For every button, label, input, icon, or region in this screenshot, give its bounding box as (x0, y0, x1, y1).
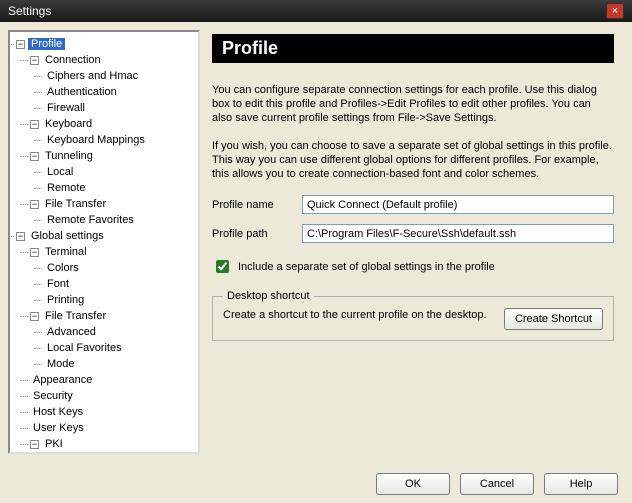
tree-printing[interactable]: Printing (44, 292, 196, 308)
profile-name-input[interactable] (302, 195, 614, 214)
tree-certs[interactable]: Certificates (44, 452, 196, 454)
tree-firewall[interactable]: Firewall (44, 100, 196, 116)
tree-security[interactable]: Security (30, 388, 196, 404)
intro-paragraph-2: If you wish, you can choose to save a se… (212, 139, 614, 181)
tree-filetransfer[interactable]: −File Transfer Remote Favorites (30, 196, 196, 228)
tree-keymap[interactable]: Keyboard Mappings (44, 132, 196, 148)
profile-path-label: Profile path (212, 228, 302, 240)
tree-local[interactable]: Local (44, 164, 196, 180)
ok-button[interactable]: OK (376, 473, 450, 495)
tree-terminal[interactable]: −Terminal Colors Font Printing (30, 244, 196, 308)
tree-auth[interactable]: Authentication (44, 84, 196, 100)
desktop-shortcut-group: Desktop shortcut Create a shortcut to th… (212, 290, 614, 341)
tree-localfav[interactable]: Local Favorites (44, 340, 196, 356)
include-globals-label: Include a separate set of global setting… (238, 261, 495, 273)
tree-pki[interactable]: −PKI Certificates (30, 436, 196, 454)
create-shortcut-button[interactable]: Create Shortcut (504, 308, 603, 330)
desktop-shortcut-text: Create a shortcut to the current profile… (223, 308, 494, 322)
tree-filetransfer2[interactable]: −File Transfer Advanced Local Favorites … (30, 308, 196, 372)
collapse-icon[interactable]: − (30, 56, 39, 65)
cancel-button[interactable]: Cancel (460, 473, 534, 495)
tree-panel[interactable]: −Profile −Connection Ciphers and Hmac Au… (8, 30, 200, 454)
tree-profile[interactable]: −Profile −Connection Ciphers and Hmac Au… (16, 36, 196, 228)
collapse-icon[interactable]: − (30, 152, 39, 161)
profile-name-label: Profile name (212, 199, 302, 211)
collapse-icon[interactable]: − (30, 200, 39, 209)
title-bar: Settings × (0, 0, 632, 22)
collapse-icon[interactable]: − (30, 440, 39, 449)
collapse-icon[interactable]: − (16, 232, 25, 241)
tree-keyboard[interactable]: −Keyboard Keyboard Mappings (30, 116, 196, 148)
tree-global[interactable]: −Global settings −Terminal Colors Font P… (16, 228, 196, 454)
close-icon[interactable]: × (606, 3, 624, 19)
collapse-icon[interactable]: − (30, 248, 39, 257)
collapse-icon[interactable]: − (30, 312, 39, 321)
collapse-icon[interactable]: − (16, 40, 25, 49)
include-globals-checkbox[interactable] (216, 260, 229, 273)
profile-path-input[interactable] (302, 224, 614, 243)
help-button[interactable]: Help (544, 473, 618, 495)
content-panel: Profile You can configure separate conne… (208, 30, 624, 454)
tree-advanced[interactable]: Advanced (44, 324, 196, 340)
tree-tunneling[interactable]: −Tunneling Local Remote (30, 148, 196, 196)
tree-font[interactable]: Font (44, 276, 196, 292)
tree-colors[interactable]: Colors (44, 260, 196, 276)
tree-hostkeys[interactable]: Host Keys (30, 404, 196, 420)
intro-paragraph-1: You can configure separate connection se… (212, 83, 614, 125)
tree-mode[interactable]: Mode (44, 356, 196, 372)
desktop-shortcut-legend: Desktop shortcut (223, 290, 314, 302)
tree-connection[interactable]: −Connection Ciphers and Hmac Authenticat… (30, 52, 196, 116)
tree-appearance[interactable]: Appearance (30, 372, 196, 388)
panel-heading: Profile (212, 34, 614, 63)
tree-ciphers[interactable]: Ciphers and Hmac (44, 68, 196, 84)
tree-userkeys[interactable]: User Keys (30, 420, 196, 436)
collapse-icon[interactable]: − (30, 120, 39, 129)
tree-remote[interactable]: Remote (44, 180, 196, 196)
dialog-button-bar: OK Cancel Help (376, 473, 618, 495)
tree-remotefav[interactable]: Remote Favorites (44, 212, 196, 228)
window-title: Settings (8, 0, 51, 22)
